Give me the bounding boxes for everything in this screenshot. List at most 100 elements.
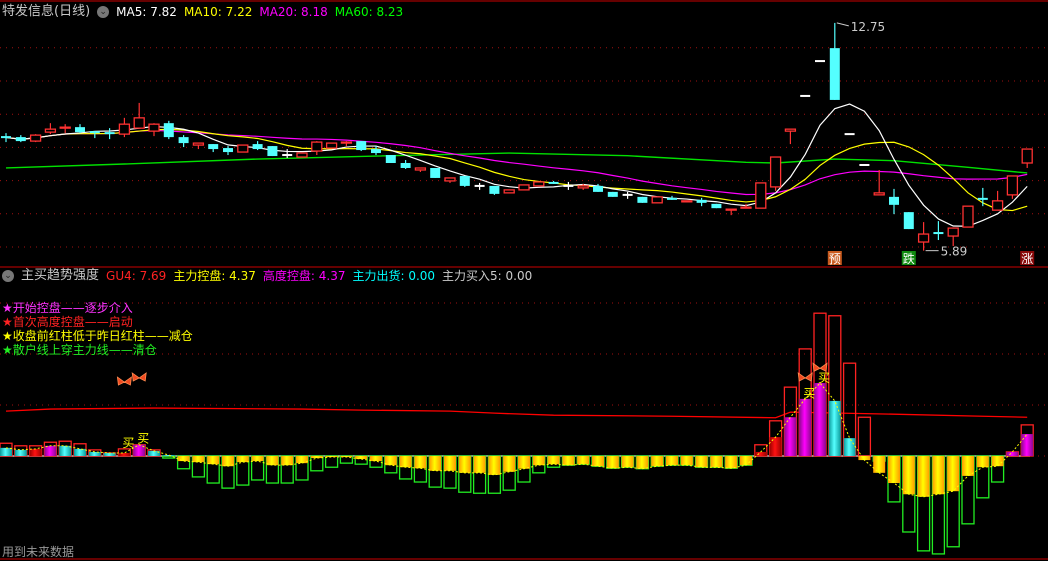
candle-body: [755, 182, 767, 209]
candle: [962, 205, 974, 228]
zlmr-value: 主力买入5: 0.00: [442, 269, 533, 283]
fill-bar: [532, 456, 545, 466]
candle: [59, 124, 71, 134]
indicator-bar: [191, 455, 206, 478]
candle-body: [371, 149, 381, 154]
candle: [89, 131, 100, 139]
fill-bar: [592, 456, 604, 467]
fill-bar: [414, 456, 427, 469]
ma10-value: MA10: 7.22: [183, 5, 253, 19]
signal-tag-text: 预: [829, 252, 841, 266]
candle: [459, 175, 470, 187]
candle: [489, 185, 500, 195]
ma60-value: MA60: 8.23: [334, 5, 404, 19]
fill-bar: [562, 456, 575, 466]
fill-bar: [621, 456, 634, 468]
legend-item: ★散户线上穿主力线——清仓: [2, 343, 157, 357]
candle: [681, 200, 693, 203]
candle: [356, 141, 367, 152]
candle: [44, 123, 57, 135]
legend-text: 开始控盘——逐步介入: [12, 301, 133, 315]
indicator-bar: [176, 455, 191, 470]
candle-body: [444, 177, 456, 182]
fill-bar: [710, 456, 723, 468]
indicator-bar: [265, 455, 280, 484]
grid-lines: [0, 47, 1048, 457]
indicator-bar: [443, 455, 457, 489]
indicator-bar: [369, 455, 383, 468]
candle: [903, 212, 914, 230]
candle: [977, 187, 988, 207]
candle: [296, 152, 308, 158]
candle-body: [385, 155, 396, 164]
candle: [282, 149, 293, 159]
fill-bar: [29, 448, 42, 456]
candle-body: [947, 227, 959, 237]
signal-tag: 涨: [1020, 251, 1035, 266]
zlch-value: 主力出货: 0.00: [352, 269, 436, 283]
indicator-bar: [946, 455, 960, 548]
candle: [917, 222, 930, 251]
indicator-bar: [783, 386, 798, 457]
fill-bar: [784, 417, 797, 456]
indicator-bar: [694, 455, 709, 468]
fill-bar: [843, 438, 856, 456]
chevron-down-icon[interactable]: ⌄: [2, 270, 14, 282]
candle: [474, 182, 485, 190]
gu4-line: [5, 407, 1028, 419]
candle-body: [44, 128, 57, 133]
candle-body: [859, 163, 870, 166]
candle: [667, 195, 677, 200]
indicator-bar: [798, 348, 812, 457]
fill-bar: [473, 456, 486, 473]
candle-body: [148, 123, 160, 132]
candle: [503, 189, 515, 194]
fill-bar: [725, 456, 738, 469]
fill-bar: [873, 456, 886, 473]
indicator-bar: [828, 315, 842, 457]
candle-body: [829, 48, 840, 100]
candle-body: [725, 208, 737, 211]
candle: [148, 123, 160, 137]
indicator-title: 主买趋势强度: [21, 268, 100, 283]
fill-bar: [310, 456, 323, 459]
buy-signal-label: 买: [137, 432, 149, 446]
chevron-down-icon[interactable]: ⌄: [97, 6, 110, 18]
candle: [755, 182, 767, 209]
candle-body: [518, 184, 530, 191]
candle: [1, 133, 11, 143]
indicator-bar: [606, 455, 620, 469]
fill-bar: [503, 456, 516, 472]
indicator-bar: [14, 445, 28, 457]
candle-body: [977, 197, 988, 200]
indicator-bar: [768, 420, 783, 457]
fill-bar: [251, 456, 264, 462]
candle: [622, 191, 633, 199]
zlkp-value: 主力控盘: 4.37: [173, 269, 256, 283]
indicator-bar: [58, 440, 72, 457]
indicator-bar: [384, 455, 398, 474]
candle: [163, 120, 174, 140]
candle-body: [311, 141, 323, 152]
fill-bar: [44, 445, 57, 456]
fill-bar: [932, 456, 945, 495]
candle-body: [282, 154, 293, 157]
ma5-line: [5, 103, 1028, 227]
candle-body: [340, 141, 353, 144]
indicator-bar: [931, 455, 946, 555]
fill-bar: [399, 456, 412, 468]
fill-bar: [976, 456, 989, 468]
candle-body: [296, 152, 308, 158]
candle: [118, 117, 131, 138]
candle-body: [133, 117, 145, 129]
candle: [133, 102, 145, 129]
candle-body: [325, 142, 338, 149]
candle: [1006, 175, 1019, 199]
candle: [815, 60, 825, 63]
candle-body: [533, 181, 545, 187]
price-panel[interactable]: 预跌涨: [1, 22, 1035, 266]
candle-body: [696, 199, 707, 203]
candle-body: [622, 193, 633, 196]
candle-body: [459, 175, 470, 186]
signal-tag-text: 涨: [1021, 251, 1033, 266]
